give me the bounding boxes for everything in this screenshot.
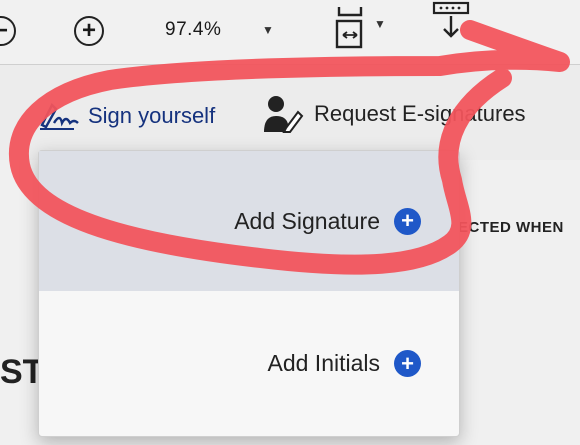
add-initials-label: Add Initials [267,350,380,376]
request-signature-user-icon [264,96,304,133]
download-arrow-icon [432,1,470,38]
plus-circle-icon: + [81,17,96,44]
signature-dropdown-menu: Add Signature + Add Initials + [38,150,460,437]
document-text-fragment: ECTED WHEN [458,219,564,236]
document-heading-fragment: ST [0,353,44,391]
request-esignatures-label: Request E-signatures [314,101,526,126]
fit-page-button[interactable] [330,2,370,52]
add-initials-menu-item[interactable]: Add Initials + [39,291,459,436]
sign-yourself-button[interactable]: Sign yourself [38,101,215,131]
add-signature-menu-item[interactable]: Add Signature + [39,151,459,291]
zoom-level-value[interactable]: 97.4% [165,19,221,41]
sign-yourself-label: Sign yourself [88,103,216,128]
top-toolbar: − + 97.4% ▼ ▼ [0,0,580,65]
fit-page-caret-icon[interactable]: ▼ [374,17,386,31]
download-button[interactable] [428,0,474,40]
minus-circle-icon: − [0,17,8,44]
request-esignatures-button[interactable]: Request E-signatures [262,94,526,134]
signature-pen-icon [40,102,79,130]
plus-circle-icon: + [394,207,421,235]
zoom-dropdown-caret-icon[interactable]: ▼ [262,23,274,37]
plus-circle-icon: + [394,350,421,377]
signature-toolbar: Sign yourself Request E-signatures [0,65,580,160]
add-signature-label: Add Signature [234,207,380,234]
zoom-out-button[interactable]: − [0,16,16,46]
fit-page-icon [335,7,363,49]
zoom-in-button[interactable]: + [74,16,104,46]
